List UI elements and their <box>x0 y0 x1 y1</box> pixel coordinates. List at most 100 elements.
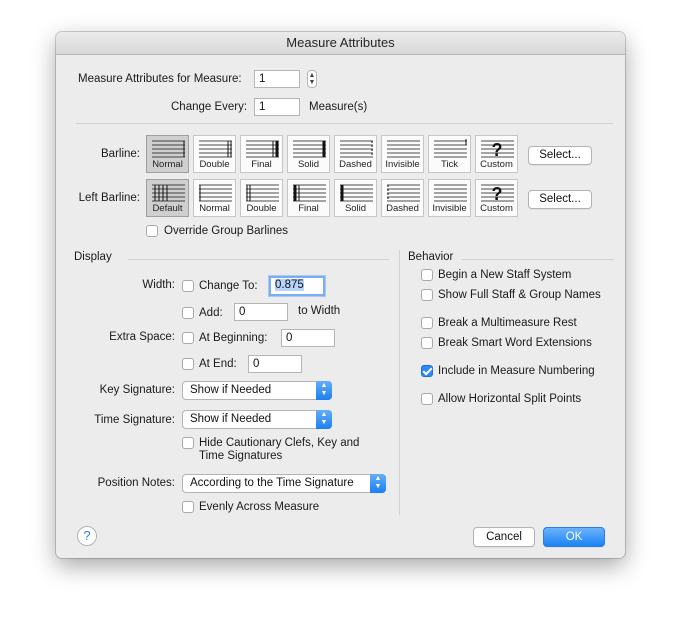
barline-option-label: Normal <box>152 159 183 170</box>
behavior-checkbox[interactable] <box>421 289 433 301</box>
barline-option-label: Final <box>298 203 319 214</box>
barline-option-normal[interactable]: Normal <box>146 135 189 173</box>
barline-option-label: Invisible <box>385 159 420 170</box>
behavior-checkbox[interactable] <box>421 365 433 377</box>
override-group-barlines-checkbox[interactable] <box>146 225 158 237</box>
change-to-label: Change To: <box>199 280 258 292</box>
barline-option-label: Default <box>152 203 183 214</box>
barline-option-normal[interactable]: Normal <box>193 179 236 217</box>
add-label: Add: <box>199 307 223 319</box>
barline-label: Barline: <box>101 148 140 160</box>
barline-option-solid[interactable]: Solid <box>334 179 377 217</box>
position-notes-label: Position Notes: <box>97 477 175 489</box>
svg-text:?: ? <box>492 140 503 159</box>
at-beginning-checkbox[interactable] <box>182 332 194 344</box>
width-label: Width: <box>142 279 175 291</box>
left-barline-select-button[interactable]: Select... <box>528 190 592 209</box>
time-signature-popup[interactable]: Show if Needed ▲ ▼ <box>182 410 332 429</box>
svg-text:?: ? <box>492 184 503 203</box>
at-end-label: At End: <box>199 358 237 370</box>
behavior-label: Show Full Staff & Group Names <box>438 289 601 301</box>
barline-option-invisible[interactable]: Invisible <box>428 179 471 217</box>
barline-option-default[interactable]: Default <box>146 179 189 217</box>
barline-option-dashed[interactable]: Dashed <box>334 135 377 173</box>
barline-option-invisible[interactable]: Invisible <box>381 135 424 173</box>
popup-arrows-icon: ▲ ▼ <box>316 410 332 429</box>
evenly-across-label: Evenly Across Measure <box>199 501 320 513</box>
display-divider <box>128 259 389 260</box>
hide-cautionary-line2: Time Signatures <box>199 450 283 462</box>
hide-cautionary-checkbox[interactable] <box>182 437 194 449</box>
at-end-checkbox[interactable] <box>182 358 194 370</box>
barline-option-double[interactable]: Double <box>240 179 283 217</box>
barline-option-label: Solid <box>344 203 367 214</box>
ok-button[interactable]: OK <box>543 527 605 547</box>
hide-cautionary-line1: Hide Cautionary Clefs, Key and <box>199 437 360 449</box>
override-group-barlines-label: Override Group Barlines <box>164 225 288 237</box>
barline-option-label: Double <box>199 159 230 170</box>
barline-option-label: Double <box>246 203 277 214</box>
barline-option-final[interactable]: Final <box>240 135 283 173</box>
barline-option-double[interactable]: Double <box>193 135 236 173</box>
barline-option-tick[interactable]: Tick <box>428 135 471 173</box>
barline-option-label: Tick <box>440 159 459 170</box>
change-every-field[interactable]: 1 <box>254 98 300 116</box>
measure-stepper[interactable]: ▲ ▼ <box>307 70 317 88</box>
window-title: Measure Attributes <box>56 32 625 55</box>
position-notes-value: According to the Time Signature <box>190 477 354 489</box>
change-to-value: 0.875 <box>275 279 304 291</box>
at-beginning-field[interactable]: 0 <box>281 329 335 347</box>
measure-label: Measure Attributes for Measure: <box>78 73 242 85</box>
barline-option-custom[interactable]: ? Custom <box>475 135 518 173</box>
change-every-unit: Measure(s) <box>309 101 368 113</box>
add-checkbox[interactable] <box>182 307 194 319</box>
position-notes-popup[interactable]: According to the Time Signature ▲ ▼ <box>182 474 386 493</box>
measure-number-field[interactable]: 1 <box>254 70 300 88</box>
cancel-button[interactable]: Cancel <box>473 527 535 547</box>
key-signature-popup[interactable]: Show if Needed ▲ ▼ <box>182 381 332 400</box>
behavior-label: Break Smart Word Extensions <box>438 337 592 349</box>
popup-arrows-icon: ▲ ▼ <box>370 474 386 493</box>
measure-attributes-dialog: Measure Attributes Measure Attributes fo… <box>56 32 625 558</box>
change-to-field[interactable]: 0.875 <box>269 276 325 296</box>
behavior-label: Include in Measure Numbering <box>438 365 595 377</box>
barline-option-label: Custom <box>480 159 513 170</box>
popup-arrows-icon: ▲ ▼ <box>316 381 332 400</box>
behavior-checkbox[interactable] <box>421 337 433 349</box>
add-field[interactable]: 0 <box>234 303 288 321</box>
change-to-checkbox[interactable] <box>182 280 194 292</box>
change-every-label: Change Every: <box>171 101 248 113</box>
behavior-checkbox[interactable] <box>421 317 433 329</box>
barline-option-final[interactable]: Final <box>287 179 330 217</box>
time-signature-value: Show if Needed <box>190 413 272 425</box>
barline-option-label: Solid <box>297 159 320 170</box>
behavior-label: Break a Multimeasure Rest <box>438 317 577 329</box>
key-signature-label: Key Signature: <box>99 384 175 396</box>
barline-option-label: Custom <box>480 203 513 214</box>
barline-option-label: Invisible <box>432 203 467 214</box>
at-end-field[interactable]: 0 <box>248 355 302 373</box>
behavior-divider <box>462 259 614 260</box>
time-signature-label: Time Signature: <box>94 414 175 426</box>
behavior-checkbox[interactable] <box>421 269 433 281</box>
barline-option-solid[interactable]: Solid <box>287 135 330 173</box>
left-barline-label: Left Barline: <box>78 192 140 204</box>
help-button[interactable]: ? <box>77 526 97 546</box>
behavior-checkbox[interactable] <box>421 393 433 405</box>
barline-option-label: Dashed <box>339 159 372 170</box>
barline-option-label: Normal <box>199 203 230 214</box>
divider <box>76 123 613 124</box>
evenly-across-checkbox[interactable] <box>182 501 194 513</box>
key-signature-value: Show if Needed <box>190 384 272 396</box>
behavior-label: Allow Horizontal Split Points <box>438 393 582 405</box>
column-divider <box>399 250 400 515</box>
barline-select-button[interactable]: Select... <box>528 146 592 165</box>
barline-option-custom[interactable]: ? Custom <box>475 179 518 217</box>
barline-option-label: Dashed <box>386 203 419 214</box>
behavior-heading: Behavior <box>408 251 454 263</box>
behavior-label: Begin a New Staff System <box>438 269 572 281</box>
display-heading: Display <box>74 251 112 263</box>
barline-option-dashed[interactable]: Dashed <box>381 179 424 217</box>
barline-option-label: Final <box>251 159 272 170</box>
add-suffix: to Width <box>298 305 341 317</box>
